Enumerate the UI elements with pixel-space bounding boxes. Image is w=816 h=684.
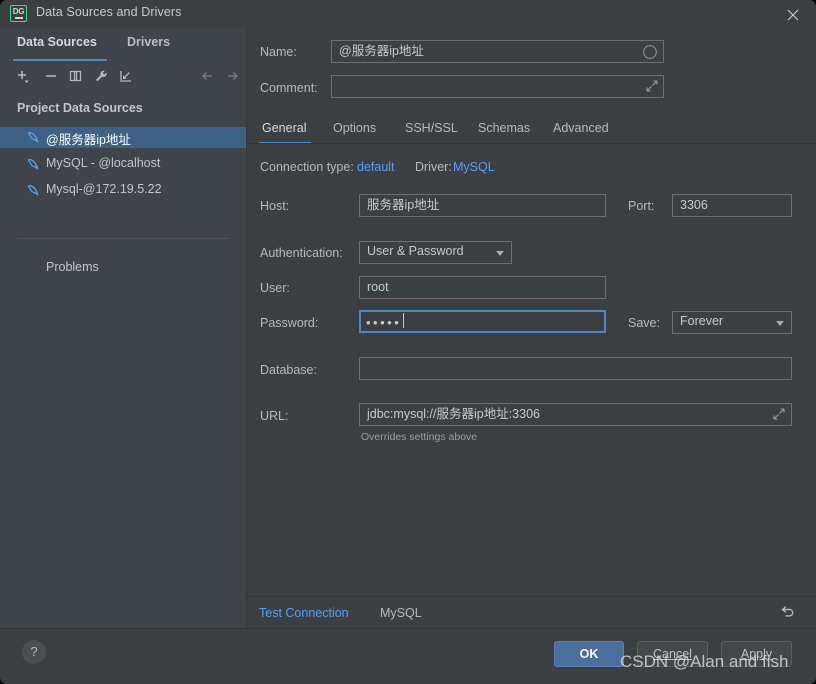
database-label: Database: (260, 363, 317, 377)
data-sources-dialog: DG Data Sources and Drivers Data Sources… (0, 0, 816, 684)
sidebar-item-data-source-1[interactable]: MySQL - @localhost (0, 154, 246, 175)
sidebar-item-label: MySQL - @localhost (46, 156, 161, 170)
name-input[interactable]: @服务器ip地址 (331, 40, 664, 63)
url-input[interactable]: jdbc:mysql://服务器ip地址:3306 (359, 403, 792, 426)
user-label: User: (260, 281, 290, 295)
import-data-sources-button[interactable] (116, 66, 138, 88)
sidebar-item-label: Mysql-@172.19.5.22 (46, 182, 162, 196)
revert-icon[interactable] (779, 604, 796, 626)
remove-data-source-button[interactable] (41, 66, 63, 88)
url-label: URL: (260, 409, 289, 423)
save-select[interactable]: Forever (672, 311, 792, 334)
connection-type-label: Connection type: (260, 160, 354, 174)
chevron-down-icon (496, 251, 504, 256)
title-bar: DG Data Sources and Drivers (0, 0, 816, 29)
ok-button[interactable]: OK (554, 641, 624, 667)
password-masked-value: ••••• (366, 315, 402, 330)
tab-bottom-border (247, 143, 816, 144)
database-input[interactable] (359, 357, 792, 380)
name-label: Name: (260, 45, 297, 59)
sidebar-item-data-source-2[interactable]: Mysql-@172.19.5.22 (0, 180, 246, 201)
database-icon (26, 157, 40, 176)
apply-button[interactable]: Apply (721, 641, 792, 667)
navigate-back-button[interactable] (198, 66, 220, 88)
user-input[interactable]: root (359, 276, 606, 299)
sidebar-tabs: Data Sources Drivers (0, 28, 246, 61)
driver-properties-button[interactable] (91, 66, 113, 88)
comment-label: Comment: (260, 81, 318, 95)
tab-ssh-ssl[interactable]: SSH/SSL (405, 121, 458, 135)
driver-label: Driver: (415, 160, 452, 174)
sidebar-item-data-source-0[interactable]: @服务器ip地址 (0, 127, 246, 148)
expand-icon[interactable] (645, 79, 659, 98)
port-label: Port: (628, 199, 655, 213)
text-caret (403, 313, 404, 328)
tab-advanced[interactable]: Advanced (553, 121, 609, 135)
navigate-forward-button[interactable] (223, 66, 245, 88)
sidebar-item-label: @服务器ip地址 (46, 133, 131, 147)
authentication-select[interactable]: User & Password (359, 241, 512, 264)
port-input[interactable]: 3306 (672, 194, 792, 217)
expand-icon[interactable] (772, 407, 786, 426)
database-icon (26, 183, 40, 202)
close-icon[interactable] (770, 0, 816, 27)
save-value: Forever (680, 314, 724, 328)
tab-schemas[interactable]: Schemas (478, 121, 530, 135)
circle-icon (642, 44, 658, 65)
test-connection-button[interactable]: Test Connection (259, 606, 349, 620)
tab-options[interactable]: Options (333, 121, 376, 135)
save-label: Save: (628, 316, 660, 330)
cancel-button-label: Cancel (653, 647, 692, 661)
driver-status-label: MySQL (380, 606, 422, 620)
url-hint: Overrides settings above (361, 431, 478, 443)
project-data-sources-header: Project Data Sources (17, 101, 143, 115)
password-label: Password: (260, 316, 319, 330)
comment-input[interactable] (331, 75, 664, 98)
sidebar: Data Sources Drivers Project Data Source… (0, 28, 247, 628)
tab-data-sources[interactable]: Data Sources (17, 35, 97, 49)
add-data-source-button[interactable] (13, 66, 35, 88)
driver-value[interactable]: MySQL (453, 160, 495, 174)
sidebar-toolbar (0, 61, 246, 93)
authentication-value: User & Password (367, 244, 464, 258)
authentication-label: Authentication: (260, 246, 343, 260)
window-title: Data Sources and Drivers (36, 5, 182, 19)
datagrip-icon: DG (10, 5, 27, 22)
host-input[interactable]: 服务器ip地址 (359, 194, 606, 217)
sidebar-divider (17, 238, 229, 239)
connection-type-value[interactable]: default (357, 160, 395, 174)
duplicate-data-source-button[interactable] (66, 66, 88, 88)
apply-button-label: Apply (740, 647, 773, 661)
chevron-down-icon (776, 321, 784, 326)
sidebar-item-problems[interactable]: Problems (46, 260, 99, 274)
help-button[interactable]: ? (22, 640, 46, 664)
tab-drivers[interactable]: Drivers (127, 35, 170, 49)
database-icon (26, 130, 40, 149)
host-label: Host: (260, 199, 290, 213)
cancel-button[interactable]: Cancel (637, 641, 708, 667)
tab-general[interactable]: General (262, 121, 306, 135)
